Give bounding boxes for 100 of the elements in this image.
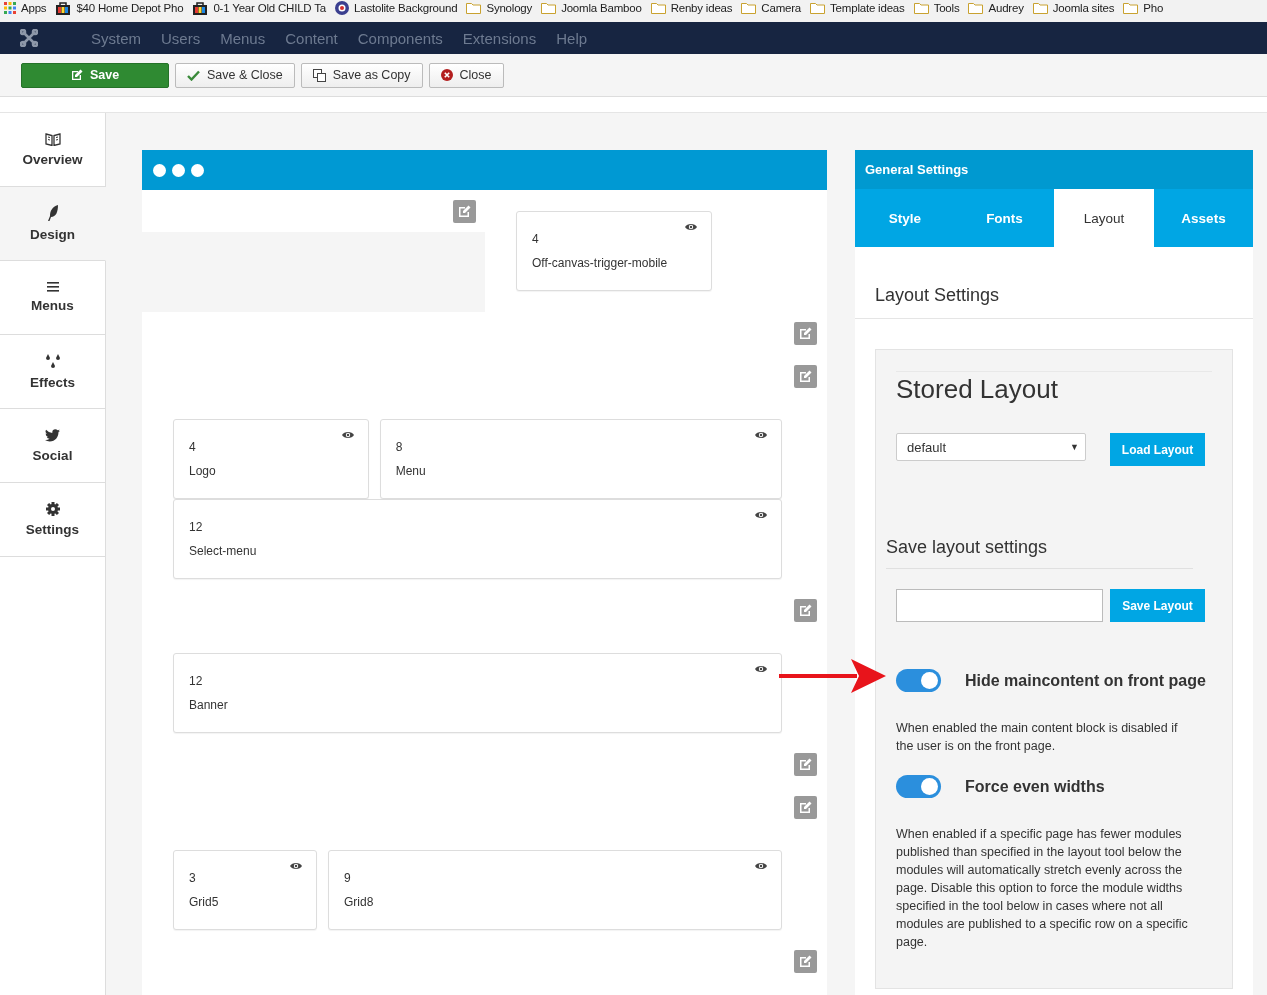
bookmark-link[interactable]: Template ideas xyxy=(830,2,905,14)
module-name: Menu xyxy=(395,464,427,478)
eye-icon[interactable] xyxy=(755,862,767,870)
module-name: Select-menu xyxy=(189,544,258,558)
stored-layout-heading: Stored Layout xyxy=(896,371,1212,405)
folder-icon xyxy=(650,2,666,14)
edit-button[interactable] xyxy=(794,599,817,622)
folder-icon xyxy=(741,2,757,14)
toggle-label: Force even widths xyxy=(965,777,1105,796)
folder-icon xyxy=(1032,2,1048,14)
module-card[interactable]: 3 Grid5 xyxy=(173,850,317,930)
eye-icon[interactable] xyxy=(341,431,354,439)
bookmark-link[interactable]: Pho xyxy=(1143,2,1164,14)
book-icon xyxy=(44,132,61,146)
copy-icon xyxy=(312,68,326,82)
bag-icon xyxy=(55,1,72,15)
module-card[interactable]: 12 Banner xyxy=(173,653,782,733)
menu-item[interactable]: Users xyxy=(161,29,201,47)
toggle-description: When enabled the main content block is disabled if the user is on the front page. xyxy=(896,720,1179,755)
menu-icon xyxy=(46,282,59,292)
knot-logo-icon[interactable] xyxy=(20,29,38,47)
bookmark-link[interactable]: Synology xyxy=(486,2,533,14)
layout-name-field[interactable] xyxy=(896,589,1103,622)
menu-item[interactable]: System xyxy=(91,29,141,47)
module-card[interactable]: 8 Menu xyxy=(379,419,782,499)
module-card[interactable]: 4 Logo xyxy=(173,419,369,499)
module-size: 12 xyxy=(189,520,204,536)
save-button[interactable]: Save xyxy=(21,62,169,88)
sidebar-tab[interactable]: Design xyxy=(0,187,106,261)
module-size: 3 xyxy=(189,871,197,887)
close-button[interactable]: Close xyxy=(428,62,504,88)
folder-icon xyxy=(810,2,826,14)
save-copy-button[interactable]: Save as Copy xyxy=(300,62,423,88)
bookmark-link[interactable]: Tools xyxy=(933,2,960,14)
panel-tab[interactable]: Layout xyxy=(1054,189,1154,247)
module-name: Logo xyxy=(189,464,217,478)
eye-icon[interactable] xyxy=(685,223,697,231)
module-card[interactable]: 9 Grid8 xyxy=(328,850,782,930)
settings-icon xyxy=(45,502,60,516)
bookmark-link[interactable]: Joomla sites xyxy=(1052,2,1115,14)
folder-icon xyxy=(541,2,557,14)
toggle-label: Hide maincontent on front page xyxy=(965,671,1206,690)
bird-icon xyxy=(45,428,60,442)
panel-title: General Settings xyxy=(855,150,1253,189)
bookmark-link[interactable]: Apps xyxy=(21,2,47,14)
edit-button[interactable] xyxy=(794,322,817,345)
save-heading: Save layout settings xyxy=(886,537,1193,569)
feather-icon xyxy=(46,205,59,221)
folder-icon xyxy=(1123,2,1139,14)
folder-icon xyxy=(466,2,482,14)
grid-icon xyxy=(4,2,16,14)
bookmark-link[interactable]: Joomla Bamboo xyxy=(561,2,642,14)
eye-icon[interactable] xyxy=(755,431,767,439)
bookmark-link[interactable]: Audrey xyxy=(988,2,1024,14)
disc-icon xyxy=(335,1,349,15)
close-icon xyxy=(440,69,453,81)
module-name: Banner xyxy=(189,698,229,712)
eye-icon[interactable] xyxy=(755,511,767,519)
menu-item[interactable]: Menus xyxy=(220,29,266,47)
edit-button[interactable] xyxy=(794,950,817,973)
dot-icon xyxy=(172,163,185,177)
module-name: Off-canvas-trigger-mobile xyxy=(532,256,669,270)
edit-button[interactable] xyxy=(794,365,817,388)
layout-select[interactable]: default ▼ xyxy=(896,433,1086,461)
eye-icon[interactable] xyxy=(755,665,767,673)
module-card[interactable]: 12 Select-menu xyxy=(173,499,782,579)
edit-icon xyxy=(70,69,83,81)
module-card[interactable]: 4 Off-canvas-trigger-mobile xyxy=(516,211,712,291)
edit-button[interactable] xyxy=(453,200,476,223)
section-heading: Layout Settings xyxy=(855,247,1253,319)
save-close-button[interactable]: Save & Close xyxy=(175,62,295,88)
edit-button[interactable] xyxy=(794,796,817,819)
module-name: Grid8 xyxy=(344,895,375,909)
edit-button[interactable] xyxy=(794,753,817,776)
dot-icon xyxy=(191,163,204,177)
menu-item[interactable]: Extensions xyxy=(462,29,537,47)
module-size: 4 xyxy=(532,232,540,248)
module-size: 9 xyxy=(344,871,352,887)
bookmark-link[interactable]: Renby ideas xyxy=(670,2,733,14)
dot-icon xyxy=(153,163,166,177)
bookmark-link[interactable]: Camera xyxy=(761,2,802,14)
drops-icon xyxy=(44,353,61,369)
toggle-switch[interactable] xyxy=(896,669,941,692)
eye-icon[interactable] xyxy=(290,862,302,870)
module-size: 4 xyxy=(189,440,197,456)
check-icon xyxy=(187,69,200,81)
bag-icon xyxy=(192,1,209,15)
menu-item[interactable]: Components xyxy=(357,29,443,47)
toggle-description: When enabled if a specific page has fewer modules published than specified in the layout tool below the modules will automatically stretch evenly across the page. Disable this option to force the module widths specified in the tool below in cases where not all modules are published to a specific row on a specific page. xyxy=(896,826,1189,951)
bookmark-link[interactable]: $40 Home Depot Pho xyxy=(76,2,184,14)
select-value: default xyxy=(907,439,947,455)
menu-item[interactable]: Help xyxy=(556,29,588,47)
toggle-switch[interactable] xyxy=(896,775,941,798)
bookmark-link[interactable]: 0-1 Year Old CHILD Ta xyxy=(213,2,326,14)
folder-icon xyxy=(968,2,984,14)
bookmark-link[interactable]: Lastolite Background xyxy=(354,2,458,14)
caret-icon: ▼ xyxy=(1070,442,1079,452)
menu-item[interactable]: Content xyxy=(285,29,338,47)
folder-icon xyxy=(913,2,929,14)
module-size: 8 xyxy=(395,440,404,456)
